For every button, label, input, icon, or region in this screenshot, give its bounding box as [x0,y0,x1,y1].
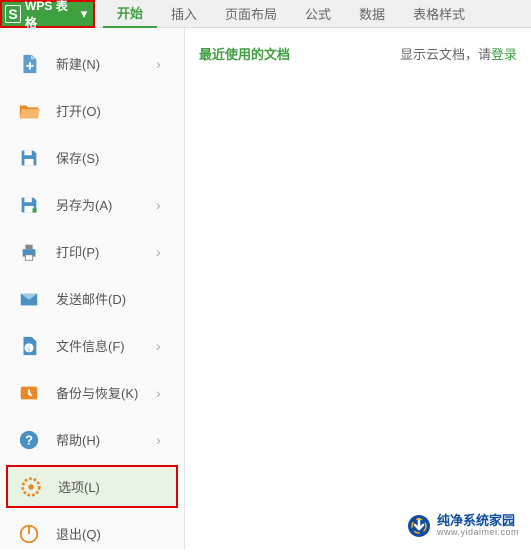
main-area: 新建(N) › 打开(O) 保存(S) 另存为(A) › [0,28,531,550]
svg-text:?: ? [25,432,33,447]
folder-open-icon [18,100,40,122]
menu-save[interactable]: 保存(S) [0,134,184,181]
menu-label: 备份与恢复(K) [56,383,140,402]
content-panel: 最近使用的文档 显示云文档，请登录 [185,28,531,550]
save-as-icon [18,194,40,216]
tab-data[interactable]: 数据 [345,0,399,28]
print-icon [18,241,40,263]
menu-label: 打开(O) [56,101,184,120]
menu-label: 文件信息(F) [56,336,140,355]
watermark-url: www.yidaimei.com [437,528,519,538]
watermark-name: 纯净系统家园 [437,514,519,528]
gear-icon [20,476,42,498]
menu-label: 保存(S) [56,148,184,167]
backup-icon [18,382,40,404]
menu-label: 打印(P) [56,242,140,261]
chevron-right-icon: › [156,385,170,401]
titlebar: S WPS 表格 ▾ 开始 插入 页面布局 公式 数据 表格样式 [0,0,531,28]
help-icon: ? [18,429,40,451]
tab-page-layout[interactable]: 页面布局 [211,0,291,28]
chevron-right-icon: › [156,338,170,354]
login-link[interactable]: 登录 [491,47,517,62]
app-logo-icon: S [5,5,21,23]
menu-label: 帮助(H) [56,430,140,449]
menu-open[interactable]: 打开(O) [0,87,184,134]
chevron-right-icon: › [156,56,170,72]
menu-new[interactable]: 新建(N) › [0,40,184,87]
watermark-text-block: 纯净系统家园 www.yidaimei.com [437,514,519,538]
recent-docs-title: 最近使用的文档 [199,44,290,63]
new-file-icon [18,53,40,75]
menu-save-as[interactable]: 另存为(A) › [0,181,184,228]
chevron-right-icon: › [156,244,170,260]
cloud-docs-text: 显示云文档，请登录 [400,44,517,63]
menu-label: 另存为(A) [56,195,140,214]
cloud-prefix: 显示云文档，请 [400,47,491,62]
menu-send-mail[interactable]: 发送邮件(D) [0,275,184,322]
tab-formula[interactable]: 公式 [291,0,345,28]
exit-icon [18,523,40,545]
menu-options[interactable]: 选项(L) [6,465,178,508]
menu-print[interactable]: 打印(P) › [0,228,184,275]
menu-file-info[interactable]: i 文件信息(F) › [0,322,184,369]
chevron-right-icon: › [156,432,170,448]
menu-help[interactable]: ? 帮助(H) › [0,416,184,463]
menu-label: 新建(N) [56,54,140,73]
save-icon [18,147,40,169]
tab-insert[interactable]: 插入 [157,0,211,28]
app-title: WPS 表格 [25,0,73,31]
content-header: 最近使用的文档 显示云文档，请登录 [199,44,517,63]
mail-icon [18,288,40,310]
watermark: 纯净系统家园 www.yidaimei.com [407,514,519,538]
file-info-icon: i [18,335,40,357]
ribbon-tabs: 开始 插入 页面布局 公式 数据 表格样式 [103,0,479,28]
chevron-right-icon: › [156,197,170,213]
tab-start[interactable]: 开始 [103,0,157,28]
app-menu-button[interactable]: S WPS 表格 ▾ [0,0,95,28]
menu-backup-restore[interactable]: 备份与恢复(K) › [0,369,184,416]
menu-label: 退出(Q) [56,524,184,543]
watermark-logo-icon [407,514,431,538]
menu-label: 选项(L) [58,477,176,496]
file-menu-sidebar: 新建(N) › 打开(O) 保存(S) 另存为(A) › [0,28,185,550]
chevron-down-icon: ▾ [77,4,91,24]
tab-table-style[interactable]: 表格样式 [399,0,479,28]
menu-label: 发送邮件(D) [56,289,184,308]
